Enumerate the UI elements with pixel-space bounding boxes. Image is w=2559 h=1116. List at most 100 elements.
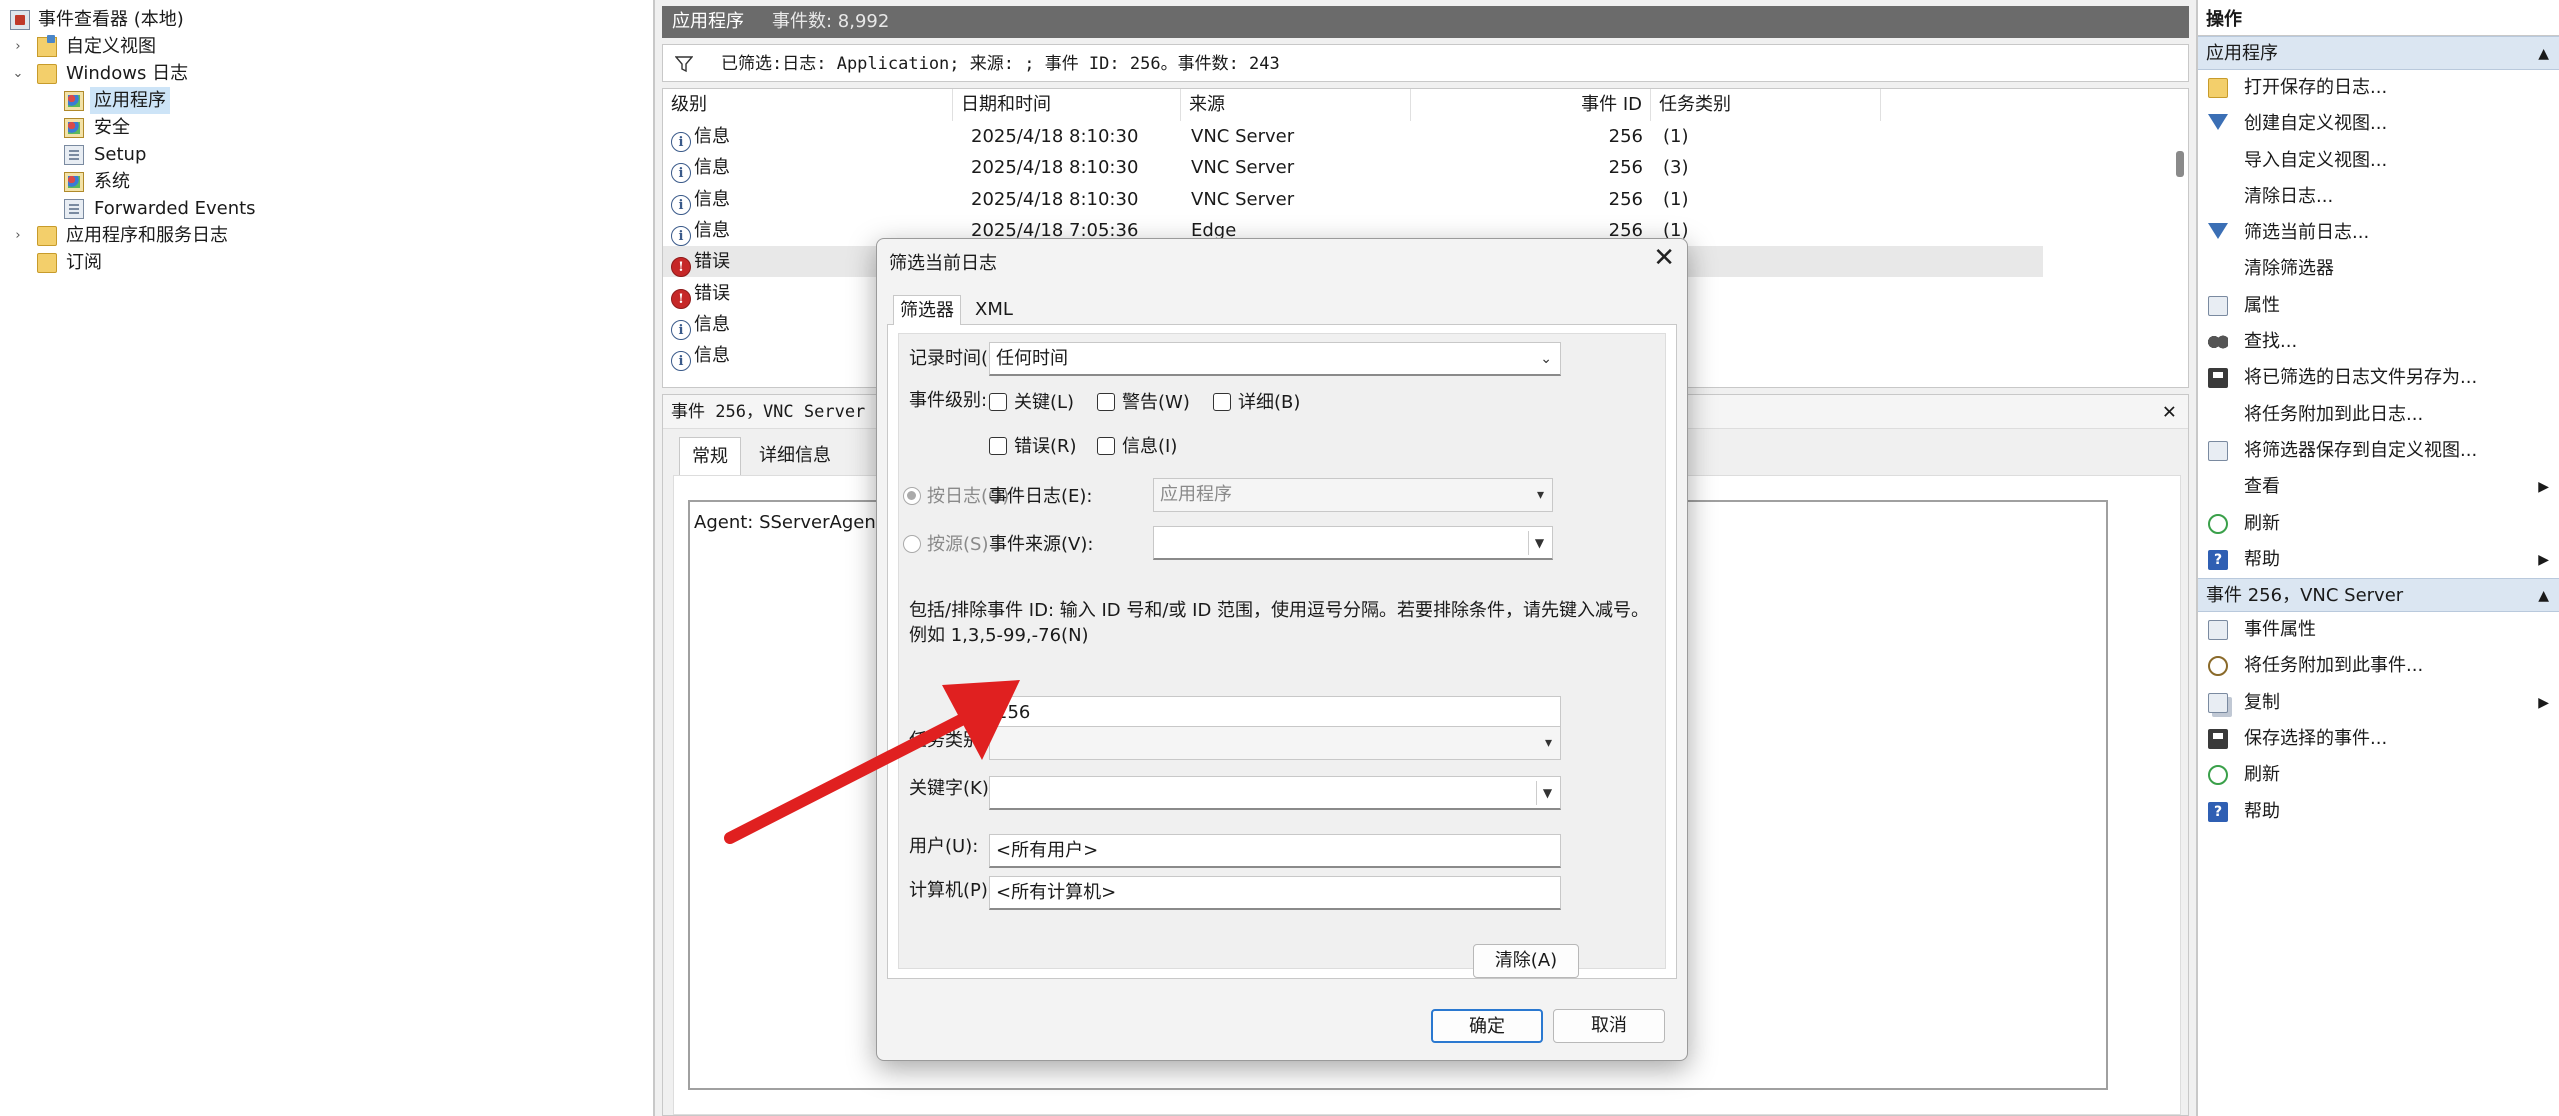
tree-custom-views[interactable]: › 自定义视图 [0,33,653,60]
action-item[interactable]: 刷新 [2198,506,2559,542]
save-icon [2208,729,2228,750]
row-level: i 信息 [671,340,730,372]
row-task: (3) [1663,157,1689,179]
action-item[interactable]: 查找... [2198,324,2559,360]
action-item[interactable]: ? 帮助 [2198,794,2559,830]
row-level: i 信息 [671,215,730,246]
action-item[interactable]: 将任务附加到此事件... [2198,648,2559,684]
tab-filter[interactable]: 筛选器 [893,295,961,325]
row-source: VNC Server [1191,157,1295,179]
tree-windows-logs[interactable]: ⌄ Windows 日志 [0,60,653,87]
save-icon [2208,368,2228,389]
tab-xml[interactable]: XML [969,295,1019,325]
info-icon: i [671,351,691,372]
action-item[interactable]: 属性 [2198,288,2559,324]
column-datetime[interactable]: 日期和时间 [953,89,1181,121]
filter-icon [675,56,693,73]
row-task: (1) [1663,188,1689,210]
help-icon: ? [2208,801,2228,822]
tree-subscriptions[interactable]: 订阅 [0,249,653,276]
action-item[interactable]: 清除日志... [2198,179,2559,215]
tab-details[interactable]: 详细信息 [747,437,843,475]
action-item[interactable]: 保存选择的事件... [2198,721,2559,757]
filter-icon [2208,114,2228,131]
action-item[interactable]: 复制 ▶ [2198,685,2559,721]
chevron-down-icon: ▾ [1536,487,1544,503]
error-checkbox[interactable]: 错误(R) [989,432,1077,458]
row-level: i 信息 [671,309,730,340]
column-source[interactable]: 来源 [1181,89,1411,121]
event-log-select[interactable]: 应用程序 ▾ [1153,478,1553,512]
table-row[interactable]: i 信息 2025/4/18 8:10:30 VNC Server 256 (1) [663,184,2043,215]
cancel-button[interactable]: 取消 [1553,1009,1665,1043]
critical-checkbox[interactable]: 关键(L) [989,388,1074,414]
action-item[interactable]: 打开保存的日志... [2198,70,2559,106]
collapse-icon[interactable]: ▲ [2538,579,2549,613]
navigation-tree: 事件查看器 (本地) › 自定义视图 ⌄ Windows 日志 应用程序 安全 … [0,0,655,1116]
tree-security[interactable]: 安全 [0,114,653,141]
clear-button[interactable]: 清除(A) [1473,944,1579,978]
chevron-right-icon[interactable]: › [10,222,26,249]
column-task-category[interactable]: 任务类别 [1651,89,1881,121]
column-event-id[interactable]: 事件 ID [1411,89,1651,121]
actions-list-application: 打开保存的日志... 创建自定义视图... 导入自定义视图... 清除日志... 筛选当… [2198,70,2559,578]
copy-icon [2208,692,2228,713]
table-row[interactable]: i 信息 2025/4/18 8:10:30 VNC Server 256 (1) [663,121,2043,152]
action-item[interactable]: 将已筛选的日志文件另存为... [2198,360,2559,396]
tree-application[interactable]: 应用程序 [0,87,653,114]
tree-setup[interactable]: Setup [0,141,653,168]
doc-icon [2208,440,2228,461]
actions-section-event[interactable]: 事件 256，VNC Server ▲ [2198,578,2559,613]
collapse-icon[interactable]: ▲ [2538,37,2549,71]
ok-button[interactable]: 确定 [1431,1009,1543,1043]
row-level: i 信息 [671,184,730,215]
action-item[interactable]: ? 帮助 ▶ [2198,542,2559,578]
close-icon[interactable]: ✕ [1653,243,1675,273]
filter-form: 记录时间(G): 任何时间 ⌄ 事件级别: 关键(L) 警告(W) 详细(B) 错… [898,333,1666,978]
by-source-radio[interactable]: 按源(S) [903,530,988,556]
event-id-input[interactable]: 256 [989,696,1561,730]
details-title: 事件 256，VNC Server [671,402,866,422]
action-item[interactable]: 事件属性 [2198,612,2559,648]
actions-section-application[interactable]: 应用程序 ▲ [2198,36,2559,70]
keywords-select[interactable]: ▼ [989,776,1561,810]
close-icon[interactable]: ✕ [2163,395,2176,429]
event-source-select[interactable]: ▼ [1153,526,1553,560]
action-item[interactable]: 筛选当前日志... [2198,215,2559,251]
task-category-select[interactable]: ▾ [989,726,1561,760]
chevron-down-icon: ▾ [1544,735,1552,751]
refresh-icon [2208,765,2228,786]
action-item[interactable]: 创建自定义视图... [2198,106,2559,142]
tree-app-service-logs[interactable]: › 应用程序和服务日志 [0,222,653,249]
warning-checkbox[interactable]: 警告(W) [1097,388,1190,414]
chevron-right-icon: ▶ [2538,694,2549,711]
verbose-checkbox[interactable]: 详细(B) [1213,388,1300,414]
scrollbar[interactable] [2176,151,2184,177]
action-item[interactable]: 将任务附加到此日志... [2198,397,2559,433]
action-item[interactable]: 查看 ▶ [2198,469,2559,505]
tree-root[interactable]: 事件查看器 (本地) [0,6,653,33]
information-checkbox[interactable]: 信息(I) [1097,432,1177,458]
chevron-down-icon: ⌄ [1540,351,1552,367]
tree-system[interactable]: 系统 [0,168,653,195]
column-level[interactable]: 级别 [663,89,953,121]
row-event-id: 256 [1608,157,1643,179]
logged-select[interactable]: 任何时间 ⌄ [989,342,1561,376]
action-item[interactable]: 将筛选器保存到自定义视图... [2198,433,2559,469]
chevron-right-icon[interactable]: › [10,33,26,60]
binoculars-icon [2208,332,2228,353]
computer-input[interactable]: <所有计算机> [989,876,1561,910]
action-item[interactable]: 清除筛选器 [2198,251,2559,287]
log-title: 应用程序 [672,11,744,32]
row-event-id: 256 [1608,126,1643,147]
row-level: ! 错误 [671,246,730,278]
user-input[interactable]: <所有用户> [989,834,1561,868]
tab-general[interactable]: 常规 [679,437,741,475]
filter-icon [2208,223,2228,240]
application-log-icon [64,91,84,111]
chevron-down-icon[interactable]: ⌄ [10,60,26,87]
action-item[interactable]: 导入自定义视图... [2198,143,2559,179]
tree-forwarded-events[interactable]: Forwarded Events [0,195,653,222]
table-row[interactable]: i 信息 2025/4/18 8:10:30 VNC Server 256 (3) [663,152,2043,184]
action-item[interactable]: 刷新 [2198,757,2559,793]
